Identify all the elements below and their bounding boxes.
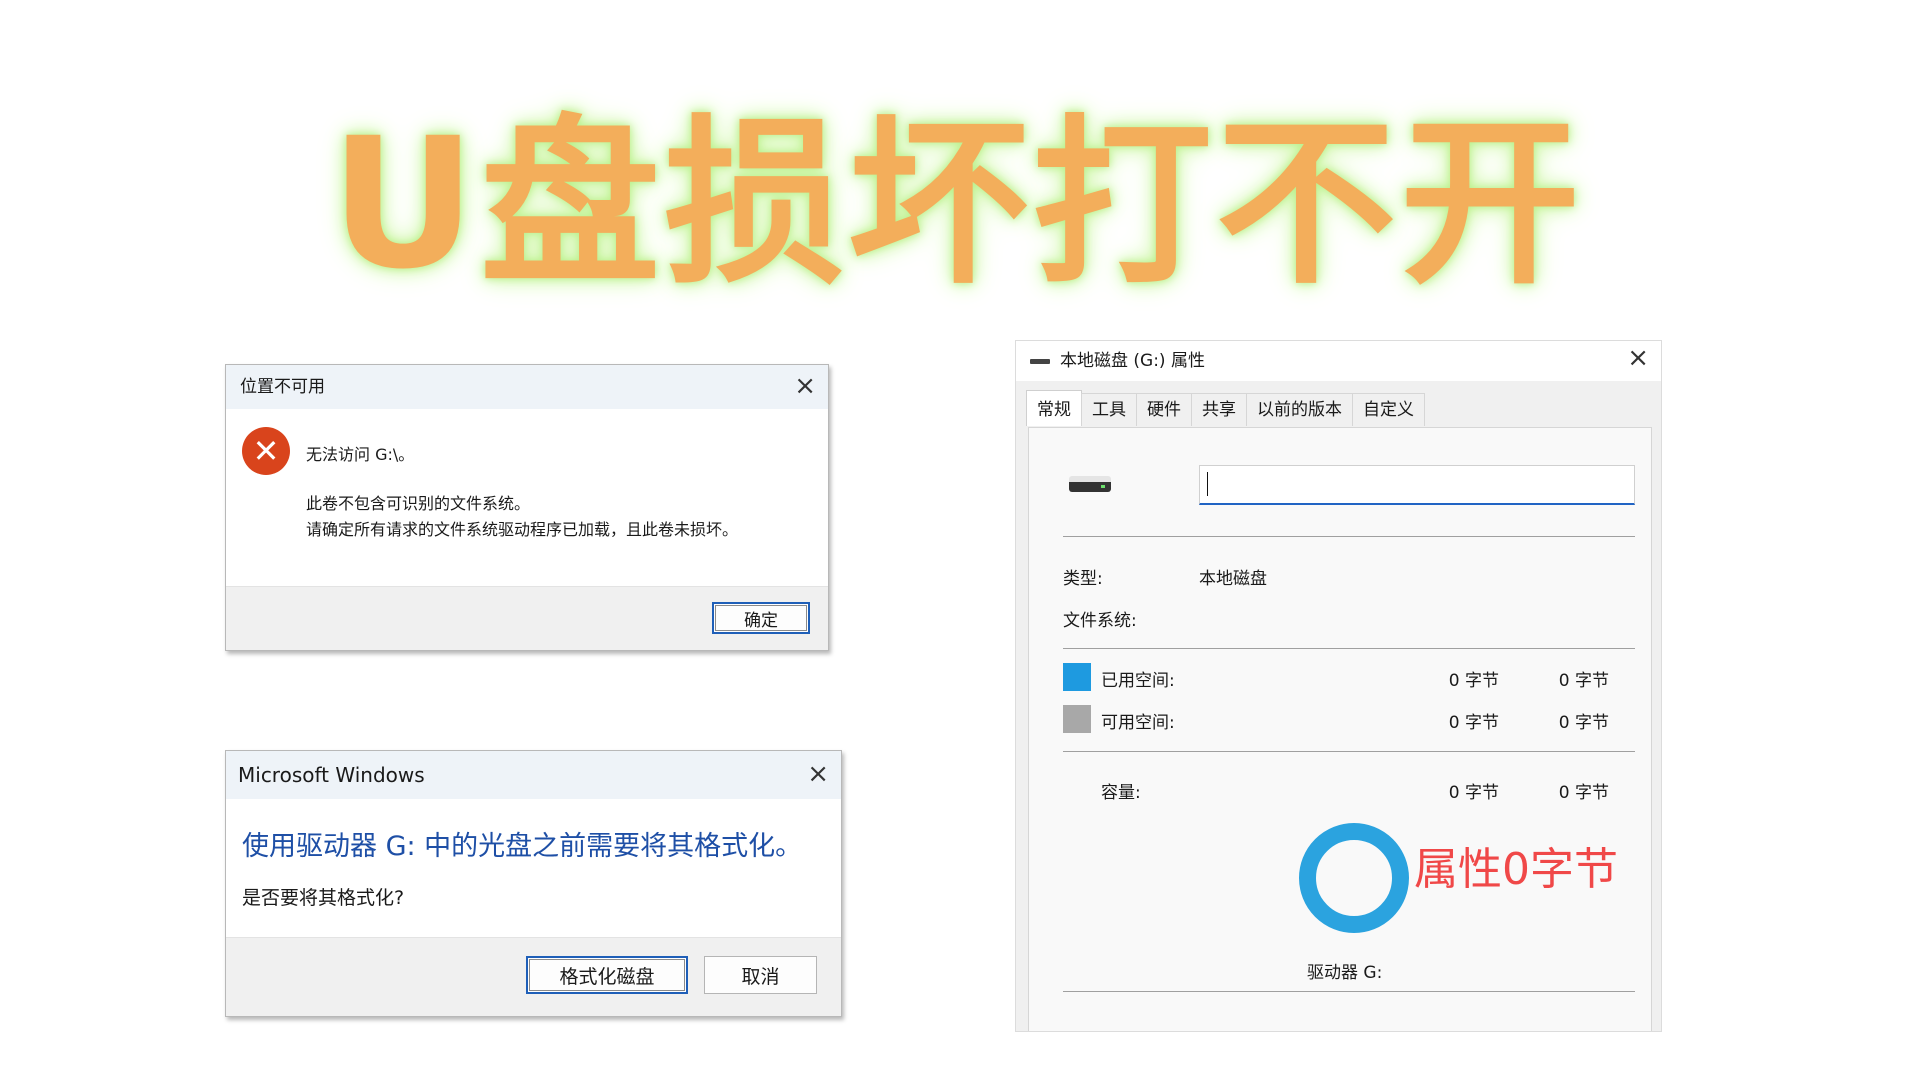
used-space-label: 已用空间:	[1101, 671, 1175, 691]
drive-icon	[1030, 359, 1050, 364]
dialog-title: 位置不可用	[240, 377, 325, 397]
error-detail-line-1: 此卷不包含可识别的文件系统。	[306, 494, 531, 513]
free-space-bytes: 0 字节	[1448, 713, 1499, 733]
dialog-title: Microsoft Windows	[238, 763, 425, 787]
dialog-footer: 确定	[226, 586, 828, 650]
error-detail-line-2: 请确定所有请求的文件系统驱动程序已加载，且此卷未损坏。	[306, 520, 739, 539]
disk-usage-ring	[1299, 823, 1409, 933]
capacity-bytes: 0 字节	[1448, 783, 1499, 803]
tab-tools[interactable]: 工具	[1081, 393, 1137, 426]
drive-label: 驱动器 G:	[1307, 963, 1383, 983]
used-space-size: 0 字节	[1558, 671, 1609, 691]
error-icon: ✕	[242, 427, 290, 475]
used-space-bytes: 0 字节	[1448, 671, 1499, 691]
close-icon[interactable]: ×	[1627, 345, 1649, 371]
drive-properties-window: 本地磁盘 (G:) 属性 × 常规 工具 硬件 共享 以前的版本 自定义 类型:…	[1015, 340, 1662, 1032]
text-caret	[1207, 472, 1208, 496]
file-system-label: 文件系统:	[1063, 611, 1137, 631]
tab-strip: 常规 工具 硬件 共享 以前的版本 自定义	[1026, 390, 1425, 427]
capacity-size: 0 字节	[1558, 783, 1609, 803]
drive-name-input[interactable]	[1199, 465, 1635, 505]
free-space-size: 0 字节	[1558, 713, 1609, 733]
dialog-footer: 格式化磁盘 取消	[226, 937, 841, 1016]
type-value: 本地磁盘	[1199, 569, 1267, 589]
free-space-swatch	[1063, 705, 1091, 733]
format-main-instruction: 使用驱动器 G: 中的光盘之前需要将其格式化。	[242, 831, 803, 862]
divider	[1063, 751, 1635, 752]
dialog-titlebar: Microsoft Windows ×	[226, 751, 841, 799]
error-message: 无法访问 G:\。	[306, 445, 415, 464]
used-space-swatch	[1063, 663, 1091, 691]
zero-bytes-annotation: 属性0字节	[1414, 844, 1618, 895]
tab-hardware[interactable]: 硬件	[1136, 393, 1192, 426]
divider	[1063, 991, 1635, 992]
cancel-button[interactable]: 取消	[704, 956, 817, 994]
headline-title: U盘损坏打不开	[330, 100, 1585, 309]
capacity-label: 容量:	[1101, 783, 1141, 803]
tab-customize[interactable]: 自定义	[1352, 393, 1425, 426]
tab-sharing[interactable]: 共享	[1191, 393, 1247, 426]
dialog-titlebar: 位置不可用 ×	[226, 365, 828, 409]
window-titlebar: 本地磁盘 (G:) 属性 ×	[1016, 341, 1661, 381]
hard-drive-icon	[1069, 476, 1111, 492]
type-label: 类型:	[1063, 569, 1103, 589]
format-question: 是否要将其格式化?	[242, 887, 405, 909]
free-space-label: 可用空间:	[1101, 713, 1175, 733]
divider	[1063, 648, 1635, 649]
divider	[1063, 536, 1635, 537]
location-unavailable-dialog: 位置不可用 × ✕ 无法访问 G:\。 此卷不包含可识别的文件系统。 请确定所有…	[225, 364, 829, 651]
close-icon[interactable]: ×	[794, 373, 816, 399]
format-disk-button[interactable]: 格式化磁盘	[526, 956, 688, 994]
close-icon[interactable]: ×	[807, 761, 829, 787]
format-prompt-dialog: Microsoft Windows × 使用驱动器 G: 中的光盘之前需要将其格…	[225, 750, 842, 1017]
window-title: 本地磁盘 (G:) 属性	[1060, 351, 1205, 371]
ok-button[interactable]: 确定	[712, 602, 810, 634]
tab-previous-versions[interactable]: 以前的版本	[1246, 393, 1353, 426]
tab-general[interactable]: 常规	[1026, 390, 1082, 426]
general-tab-panel: 类型: 本地磁盘 文件系统: 已用空间: 0 字节 0 字节 可用空间: 0 字…	[1028, 427, 1652, 1031]
